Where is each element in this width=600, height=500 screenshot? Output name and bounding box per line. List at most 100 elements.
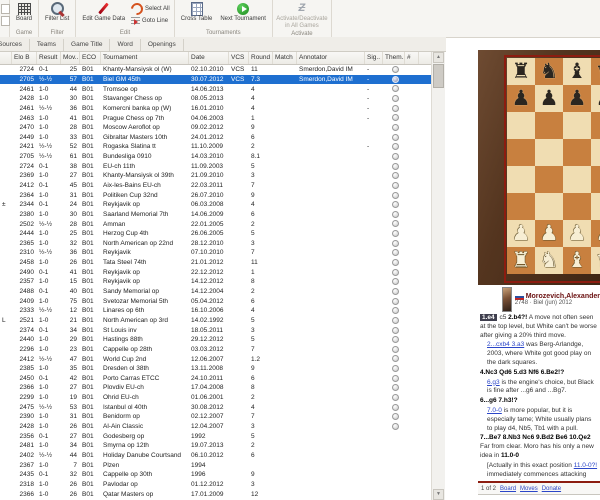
tab-word[interactable]: Word xyxy=(110,39,141,51)
edit-game-data-button[interactable]: Edit Game Data xyxy=(80,1,127,24)
table-row[interactable]: 2461 1-0 44 B01 Tromsoe op 14.06.2013 4 - xyxy=(0,84,431,94)
cutoff-button[interactable] xyxy=(1,16,10,26)
board-square[interactable]: ♜ xyxy=(507,247,535,274)
board-square[interactable]: ♞ xyxy=(535,247,563,274)
column-header-match[interactable]: Match xyxy=(273,52,297,64)
board-square[interactable]: ♟ xyxy=(535,220,563,247)
board-square[interactable]: ♛ xyxy=(591,247,600,274)
board-square[interactable]: ♜ xyxy=(507,58,535,85)
board-square[interactable] xyxy=(591,166,600,193)
table-row[interactable]: 2724 0-1 38 B01 EU-ch 11th 11.09.2003 5 xyxy=(0,161,431,171)
tab-teams[interactable]: Teams xyxy=(29,39,65,51)
table-row[interactable]: 2461 ½-½ 36 B01 Komercni banka op (W) 16.01.2… xyxy=(0,104,431,114)
board-square[interactable] xyxy=(563,193,591,220)
board-square[interactable]: ♟ xyxy=(535,85,563,112)
scrollbar-thumb[interactable] xyxy=(433,64,444,88)
table-row[interactable]: 2724 0-1 25 B01 Khanty-Mansiysk ol (W) 02.10.… xyxy=(0,65,431,75)
table-row[interactable]: 2481 1-0 34 B01 Smyrna op 12th 19.07.2013 2 xyxy=(0,441,431,451)
table-row[interactable]: 2364 1-0 31 B01 Politiken Cup 32nd 26.07.2010… xyxy=(0,190,431,200)
column-header-moves[interactable]: Mov.. xyxy=(61,52,80,64)
table-row[interactable]: 2470 1-0 28 B01 Moscow Aeroflot op 09.02.2012… xyxy=(0,123,431,133)
board-square[interactable]: ♟ xyxy=(507,220,535,247)
table-row[interactable]: 2488 0-1 40 B01 Sandy Memorial op 14.12.2004 2 xyxy=(0,287,431,297)
variation-move-link[interactable]: 2...cxb4 3.a3 xyxy=(487,341,524,348)
table-row[interactable]: 2435 0-1 32 B01 Cappelle op 30th 1996 9 xyxy=(0,470,431,480)
column-header-annotator[interactable]: Annotator xyxy=(297,52,365,64)
move-token[interactable]: 6...g6 7.h3!? xyxy=(480,397,518,404)
table-row[interactable]: 2299 1-0 19 B01 Ohrid EU-ch 01.06.2001 2 xyxy=(0,393,431,403)
board-button[interactable]: Board xyxy=(14,1,34,24)
table-row[interactable]: 2458 1-0 26 B01 Tata Steel 74th 21.01.2012 11 xyxy=(0,258,431,268)
column-header-sig[interactable]: Sig.. xyxy=(365,52,383,64)
table-row[interactable]: 2444 1-0 25 B01 Herzog Cup 4th 26.06.2005 5 xyxy=(0,229,431,239)
table-row[interactable]: 2296 1-0 23 B01 Cappelle op 28th 03.03.2012 7 xyxy=(0,345,431,355)
board-square[interactable] xyxy=(591,112,600,139)
move-token[interactable]: 7...Be7 8.Nb3 Nc6 9.Bd2 Be6 10.Qe2 xyxy=(480,434,591,441)
board-square[interactable]: ♛ xyxy=(591,58,600,85)
board-square[interactable]: ♟ xyxy=(507,85,535,112)
move-token[interactable]: 11.0-0 xyxy=(501,452,519,459)
table-row[interactable]: 2385 1-0 35 B01 Dresden ol 38th 13.11.2008 9 xyxy=(0,364,431,374)
column-header-tournament[interactable]: Tournament xyxy=(101,52,189,64)
variation-move-link[interactable]: 11.0-0?! xyxy=(574,462,597,469)
table-row[interactable]: 2402 ½-½ 44 B01 Holiday Danube Courtsand 06.1… xyxy=(0,451,431,461)
table-row[interactable]: 2475 ½-½ 53 B01 Istanbul ol 40th 30.08.2012 4 xyxy=(0,402,431,412)
board-square[interactable] xyxy=(535,139,563,166)
column-header-eco[interactable]: ECO xyxy=(80,52,101,64)
scrollbar-up-icon[interactable]: ▲ xyxy=(433,52,444,63)
table-row[interactable]: 2333 ½-½ 12 B01 Linares op 6th 16.10.2006 4 xyxy=(0,306,431,316)
table-row[interactable]: 2412 ½-½ 47 B01 World Cup 2nd 12.06.2007 1.2 xyxy=(0,354,431,364)
board-square[interactable]: ♝ xyxy=(563,58,591,85)
board-square[interactable] xyxy=(535,193,563,220)
table-row[interactable]: 2428 1-0 30 B01 Stavanger Chess op 08.05.2013… xyxy=(0,94,431,104)
board-square[interactable] xyxy=(507,193,535,220)
scrollbar-down-icon[interactable]: ▼ xyxy=(433,489,444,500)
table-row[interactable]: 2463 1-0 41 B01 Prague Chess op 7th 04.06.200… xyxy=(0,113,431,123)
table-row[interactable]: 2421 ½-½ 52 B01 Rogaska Slatina tt 11.10.2009… xyxy=(0,142,431,152)
table-row[interactable]: 2390 1-0 31 B01 Benidorm op 02.12.2007 7 xyxy=(0,412,431,422)
table-row[interactable]: 2356 0-1 27 B01 Godesberg op 1992 5 xyxy=(0,431,431,441)
cutoff-button[interactable] xyxy=(1,4,10,14)
variation-move-link[interactable]: 6.g3 xyxy=(487,379,500,386)
table-row[interactable]: ±2344 0-1 24 B01 Reykjavik op 06.03.2008 4 xyxy=(0,200,431,210)
board-square[interactable] xyxy=(563,139,591,166)
cross-table-button[interactable]: Cross Table xyxy=(179,1,215,24)
move-token[interactable]: 2.b4?! xyxy=(508,314,527,321)
tab-sources[interactable]: Sources xyxy=(0,39,30,51)
table-row[interactable]: 2449 1-0 33 B01 Gibraltar Masters 10th 24.01.… xyxy=(0,132,431,142)
column-header-mark[interactable] xyxy=(0,52,12,64)
table-row[interactable]: 2366 1-0 27 B01 Plovdiv EU-ch 17.04.2008 8 xyxy=(0,383,431,393)
table-row[interactable]: 2450 0-1 42 B01 Porto Carras ETCC 24.10.2011 6 xyxy=(0,374,431,384)
activate-deactivate-in-all-games-button[interactable]: Z Activate/Deactivate in All Games xyxy=(276,1,327,30)
table-row[interactable]: 2310 ½-½ 36 B01 Reykjavik 07.10.2010 7 xyxy=(0,248,431,258)
table-row[interactable]: 2428 1-0 26 B01 Al-Ain Classic 12.04.2007 3 xyxy=(0,422,431,432)
table-row[interactable]: 2490 0-1 41 B01 Reykjavik op 22.12.2012 1 xyxy=(0,267,431,277)
board-square[interactable] xyxy=(591,139,600,166)
table-row[interactable]: 2705 ½-½ 61 B01 Bundesliga 0910 14.03.2010 8.1 xyxy=(0,152,431,162)
next-tournament-button[interactable]: Next Tournament xyxy=(218,1,268,24)
footer-link-donate[interactable]: Donate xyxy=(542,486,561,492)
board-square[interactable] xyxy=(563,166,591,193)
table-row[interactable]: 2357 1-0 15 B01 Reykjavik op 14.12.2012 8 xyxy=(0,277,431,287)
board-square[interactable] xyxy=(507,139,535,166)
table-row[interactable]: L 2521 1-0 21 B01 North American op 3rd 14.02.… xyxy=(0,316,431,326)
variation-move-link[interactable]: 7.0-0 xyxy=(487,407,502,414)
table-row[interactable]: 2412 0-1 45 B01 Aix-les-Bains EU-ch 22.03.201… xyxy=(0,181,431,191)
table-row[interactable]: 2440 1-0 29 B01 Hastings 88th 29.12.2012 5 xyxy=(0,335,431,345)
table-row[interactable]: 2705 ½-½ 57 B01 Biel GM 45th 30.07.2012 VCS 7.3… xyxy=(0,74,431,85)
table-row[interactable]: 2409 1-0 75 B01 Svetozar Memorial 5th 05.04.2… xyxy=(0,296,431,306)
column-header-round[interactable]: Round xyxy=(249,52,273,64)
table-row[interactable]: 2502 ½-½ 28 B01 Amman 22.01.2005 2 xyxy=(0,219,431,229)
board-square[interactable]: ♟ xyxy=(563,220,591,247)
goto-line-button[interactable]: Goto Line xyxy=(131,17,170,25)
column-header-result[interactable]: Result xyxy=(37,52,61,64)
current-move-badge[interactable]: 1.e4 xyxy=(480,314,497,321)
column-header-elo[interactable]: Elo B xyxy=(12,52,37,64)
board-square[interactable] xyxy=(591,193,600,220)
board-square[interactable] xyxy=(535,166,563,193)
board-square[interactable] xyxy=(507,166,535,193)
board-square[interactable]: ♟ xyxy=(591,85,600,112)
board-square[interactable] xyxy=(507,112,535,139)
column-header-date[interactable]: Date xyxy=(189,52,229,64)
column-header-vcs[interactable]: VCS xyxy=(229,52,249,64)
